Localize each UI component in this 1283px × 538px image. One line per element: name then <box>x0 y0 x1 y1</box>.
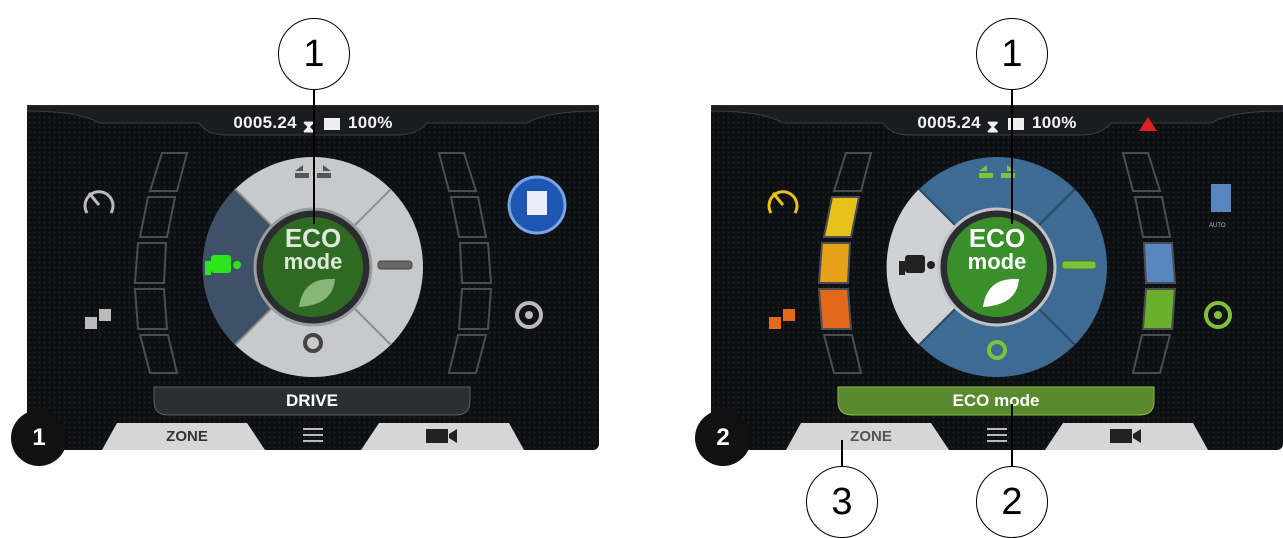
right-gauge-seg <box>1133 196 1172 238</box>
warning-icon[interactable] <box>1139 117 1157 131</box>
left-gauge <box>133 152 189 374</box>
callout-leader <box>313 88 315 224</box>
hydraulic-icon <box>1061 260 1097 270</box>
panel-badge-1: 1 <box>11 410 67 466</box>
mode-label: mode <box>283 249 343 274</box>
callout-2: 2 <box>976 466 1048 538</box>
zone-tab[interactable]: ZONE <box>122 423 252 450</box>
hour-meter: 0005.24 <box>917 113 981 132</box>
hour-meter: 0005.24 <box>233 113 297 132</box>
right-gauge-seg <box>449 196 488 238</box>
panel-badge-2: 2 <box>695 410 751 466</box>
right-gauge-seg <box>447 334 488 374</box>
auto-label: AUTO <box>1209 223 1226 229</box>
bottom-nav: ZONE <box>786 423 1208 450</box>
right-gauge <box>1121 152 1177 374</box>
left-gauge-seg <box>148 152 189 192</box>
right-gauge-seg <box>1121 152 1162 192</box>
right-gauge-seg <box>1131 334 1172 374</box>
battery-level: 100% <box>347 113 393 132</box>
speed-limit-icon <box>83 190 115 214</box>
load-weight-icon <box>85 309 111 329</box>
left-gauge-seg <box>817 242 852 284</box>
mode-status-bar: DRIVE <box>286 391 338 410</box>
left-gauge-seg <box>817 288 853 330</box>
status-bar: 0005.24 ⧗ 100% <box>881 113 1113 137</box>
turbo-side-icon <box>515 301 543 329</box>
left-gauge-seg <box>138 334 179 374</box>
bottom-nav: ZONE <box>102 423 524 450</box>
zone-tab[interactable]: ZONE <box>806 423 936 450</box>
callout-3: 3 <box>806 466 878 538</box>
turbo-side-icon <box>1204 301 1232 329</box>
hydraulic-icon <box>377 260 413 270</box>
left-gauge-seg <box>133 288 169 330</box>
display-screen-2: 0005.24 ⧗ 100% AUTO ECO mode ECO mode ZO… <box>711 105 1283 450</box>
right-gauge-seg <box>437 152 478 192</box>
right-gauge-seg <box>1141 288 1177 330</box>
right-gauge-seg <box>1142 242 1177 284</box>
cooling-fan-icon <box>1211 184 1231 212</box>
left-gauge-seg <box>133 242 168 284</box>
left-gauge-seg <box>138 196 177 238</box>
mode-status-bar: ECO mode <box>952 391 1040 410</box>
right-gauge-seg <box>458 242 493 284</box>
right-gauge <box>437 152 493 374</box>
battery-icon <box>323 117 340 130</box>
left-gauge-seg <box>832 152 873 192</box>
eco-label: ECO <box>968 223 1026 253</box>
eco-label: ECO <box>284 223 342 253</box>
left-gauge <box>817 152 873 374</box>
cooling-fan-icon <box>507 175 567 235</box>
callout-1-right: 1 <box>976 18 1048 90</box>
callout-leader <box>1011 88 1013 224</box>
hourglass-icon: ⧗ <box>986 117 1000 137</box>
callout-1-left: 1 <box>278 18 350 90</box>
eco-mode-button[interactable]: ECO mode <box>957 225 1037 273</box>
left-gauge-seg <box>822 196 861 238</box>
right-gauge-seg <box>457 288 493 330</box>
load-weight-icon <box>769 309 795 329</box>
speed-limit-icon <box>767 190 799 214</box>
left-gauge-seg <box>822 334 863 374</box>
callout-leader <box>1011 404 1013 468</box>
mode-label: mode <box>967 249 1027 274</box>
eco-mode-button[interactable]: ECO mode <box>273 225 353 273</box>
battery-level: 100% <box>1031 113 1077 132</box>
